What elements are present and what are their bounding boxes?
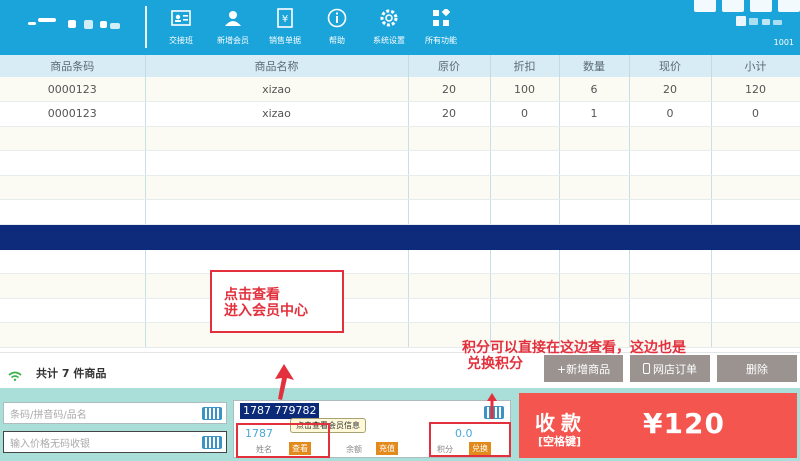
arrow-up-icon [275, 364, 294, 400]
cell-discount: 100 [490, 77, 560, 103]
price-input[interactable] [4, 434, 226, 455]
nav-add-member[interactable]: 新增会员 [207, 4, 259, 50]
window-controls [688, 0, 800, 12]
recharge-button[interactable]: 充值 [376, 442, 398, 455]
table-row-empty [0, 249, 800, 275]
receipt-icon: ¥ [275, 8, 295, 28]
cell-quantity: 6 [559, 77, 630, 103]
svg-text:¥: ¥ [282, 14, 288, 25]
pay-amount: ¥120 [643, 407, 725, 440]
top-bar: 交接班 新增会员 ¥ 销售单据 帮助 系统设置 所有功能 1001 [0, 0, 800, 55]
online-order-label: 网店订单 [653, 362, 697, 376]
table-row[interactable]: 0000123 xizao 20 0 1 0 0 [0, 101, 800, 127]
main-nav: 交接班 新增会员 ¥ 销售单据 帮助 系统设置 所有功能 [155, 4, 467, 50]
delete-button[interactable]: 删除 [717, 355, 797, 382]
annotation-box-view-member [236, 423, 330, 458]
cell-price: 20 [408, 101, 491, 127]
balance-label: 余额 [346, 445, 362, 454]
add-product-button[interactable]: +新增商品 [544, 355, 623, 382]
nav-label: 新增会员 [217, 36, 249, 45]
arrow-up-icon [487, 393, 497, 419]
price-input-field[interactable] [3, 431, 227, 455]
item-count: 共计 7 件商品 [36, 367, 107, 380]
online-order-button[interactable]: 网店订单 [630, 355, 710, 382]
nav-system-settings[interactable]: 系统设置 [363, 4, 415, 50]
annotation-line: 积分可以直接在这边查看，这边也是 [462, 340, 686, 356]
header-divider [145, 6, 147, 48]
cell-current-price: 0 [629, 101, 712, 127]
barcode-search-field[interactable] [3, 402, 227, 426]
column-header[interactable]: 数量 [559, 55, 630, 77]
nav-label: 销售单据 [269, 36, 301, 45]
annotation-line: 兑换积分 [467, 356, 523, 372]
table-row-selected[interactable] [0, 224, 800, 250]
cell-barcode: 0000123 [0, 101, 146, 127]
table-row-empty [0, 298, 800, 324]
nav-help[interactable]: 帮助 [311, 4, 363, 50]
pay-key-hint: [空格键] [538, 435, 582, 448]
cell-discount: 0 [490, 101, 560, 127]
column-header[interactable]: 原价 [408, 55, 491, 77]
pay-title: 收款 [535, 411, 587, 435]
column-header[interactable]: 商品名称 [145, 55, 409, 77]
annotation-box-points [429, 422, 511, 457]
column-header[interactable]: 小计 [711, 55, 800, 77]
table-row-empty [0, 273, 800, 299]
column-header[interactable]: 现价 [629, 55, 712, 77]
cell-subtotal: 0 [711, 101, 800, 127]
checkout-pay-button[interactable]: 收款 [空格键] ¥120 [519, 393, 797, 458]
table-header-row: 商品条码 商品名称 原价 折扣 数量 现价 小计 [0, 55, 800, 77]
id-card-icon [171, 8, 191, 28]
column-header[interactable]: 折扣 [490, 55, 560, 77]
table-row[interactable]: 0000123 xizao 20 100 6 20 120 [0, 77, 800, 103]
cell-subtotal: 120 [711, 77, 800, 103]
cell-name: xizao [145, 77, 409, 103]
grid-icon [431, 8, 451, 28]
minimize-button[interactable] [722, 0, 744, 12]
nav-label: 所有功能 [425, 36, 457, 45]
member-phone-input[interactable]: 1787 779782 [240, 403, 320, 419]
barcode-search-input[interactable] [4, 405, 226, 426]
cell-quantity: 1 [559, 101, 630, 127]
logo [28, 12, 120, 34]
phone-icon [643, 363, 650, 374]
table-row-empty [0, 150, 800, 176]
product-table: 商品条码 商品名称 原价 折扣 数量 现价 小计 0000123 xizao 2… [0, 55, 800, 349]
annotation-line: 点击查看 [224, 287, 280, 303]
nav-label: 帮助 [329, 36, 345, 45]
user-name-blurred [736, 16, 782, 26]
nav-shift-handover[interactable]: 交接班 [155, 4, 207, 50]
user-add-icon [223, 8, 243, 28]
maximize-button[interactable] [750, 0, 772, 12]
table-row-empty [0, 126, 800, 152]
table-row-empty [0, 175, 800, 201]
keyboard-icon[interactable] [202, 436, 222, 449]
wifi-icon [8, 366, 22, 381]
user-id: 1001 [773, 38, 794, 47]
cell-name: xizao [145, 101, 409, 127]
close-button[interactable] [778, 0, 800, 12]
info-icon [327, 8, 347, 28]
keyboard-icon[interactable] [202, 407, 222, 420]
annotation-line: 进入会员中心 [224, 303, 308, 319]
cell-price: 20 [408, 77, 491, 103]
cell-barcode: 0000123 [0, 77, 146, 103]
nav-label: 系统设置 [373, 36, 405, 45]
menu-window-button[interactable] [694, 0, 716, 12]
gear-icon [379, 8, 399, 28]
nav-sales-receipts[interactable]: ¥ 销售单据 [259, 4, 311, 50]
column-header[interactable]: 商品条码 [0, 55, 146, 77]
cell-current-price: 20 [629, 77, 712, 103]
table-row-empty [0, 199, 800, 226]
nav-all-functions[interactable]: 所有功能 [415, 4, 467, 50]
nav-label: 交接班 [169, 36, 193, 45]
